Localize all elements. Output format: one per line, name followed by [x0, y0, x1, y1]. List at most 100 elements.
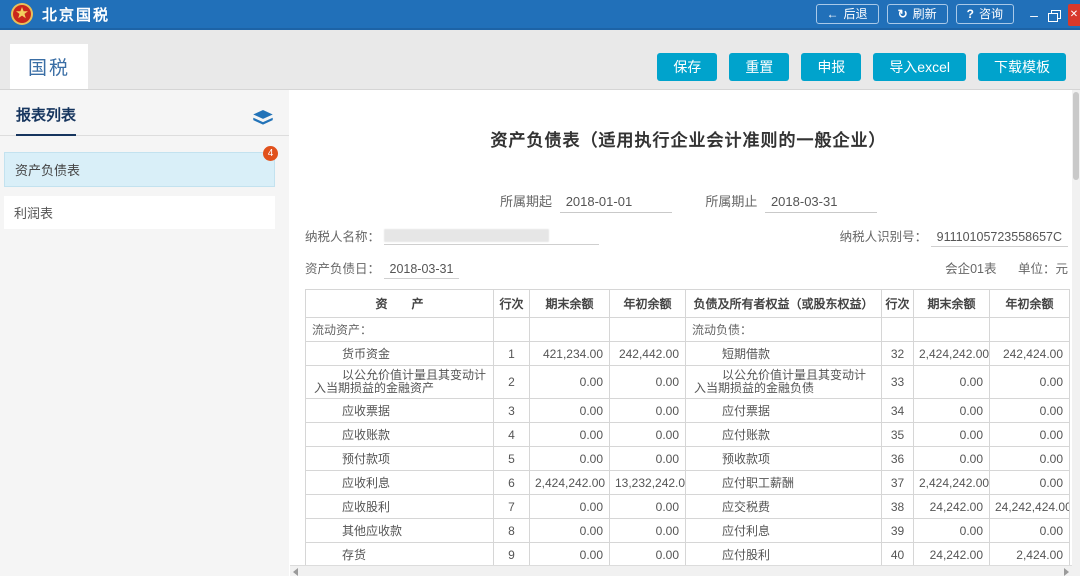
minimize-button[interactable]: –: [1024, 7, 1044, 23]
horizontal-scrollbar[interactable]: [290, 565, 1072, 576]
balance-date-field[interactable]: 2018-03-31: [384, 262, 460, 279]
line-number-cell: 34: [882, 399, 914, 423]
amount-cell[interactable]: 242,442.00: [610, 342, 686, 366]
table-row: 应收账款40.000.00应付账款350.000.00: [306, 423, 1070, 447]
amount-cell[interactable]: 0.00: [530, 399, 610, 423]
amount-cell[interactable]: 0.00: [530, 519, 610, 543]
amount-cell[interactable]: 13,232,242.00: [610, 471, 686, 495]
amount-cell[interactable]: 0.00: [990, 399, 1070, 423]
sidebar-item-income-statement[interactable]: 利润表: [4, 196, 275, 229]
amount-cell[interactable]: 0.00: [914, 366, 990, 399]
vertical-scrollbar[interactable]: [1072, 90, 1080, 576]
amount-cell[interactable]: 0.00: [610, 543, 686, 567]
amount-cell[interactable]: 2,424.00: [990, 543, 1070, 567]
taxpayer-row: 纳税人名称： 纳税人识别号： 91110105723558657C: [305, 226, 1072, 245]
amount-cell[interactable]: 0.00: [990, 366, 1070, 399]
liability-name-cell: 预收款项: [686, 447, 882, 471]
amount-cell[interactable]: 0.00: [914, 423, 990, 447]
amount-cell[interactable]: 0.00: [610, 495, 686, 519]
amount-cell: [990, 318, 1070, 342]
sidebar-item-balance-sheet[interactable]: 资产负债表 4: [4, 152, 275, 187]
amount-cell[interactable]: 0.00: [530, 366, 610, 399]
redacted-name: [384, 229, 549, 242]
reset-button[interactable]: 重置: [729, 53, 789, 81]
scroll-left-arrow-icon[interactable]: [293, 568, 298, 576]
amount-cell[interactable]: 0.00: [610, 447, 686, 471]
action-buttons: 保存 重置 申报 导入excel 下载模板: [657, 53, 1066, 81]
taxpayer-name-field: [384, 228, 599, 245]
vertical-scrollbar-thumb[interactable]: [1073, 92, 1079, 180]
line-number-cell: 3: [494, 399, 530, 423]
amount-cell: [914, 318, 990, 342]
table-row: 其他应收款80.000.00应付利息390.000.00: [306, 519, 1070, 543]
amount-cell[interactable]: 2,424,242.00: [530, 471, 610, 495]
line-number-cell: 32: [882, 342, 914, 366]
declare-button[interactable]: 申报: [801, 53, 861, 81]
section-label: 流动资产：: [306, 318, 494, 342]
amount-cell[interactable]: 0.00: [990, 447, 1070, 471]
amount-cell[interactable]: 0.00: [530, 495, 610, 519]
import-excel-button[interactable]: 导入excel: [873, 53, 966, 81]
tax-emblem-icon: [10, 2, 34, 26]
form-code: 会企01表: [945, 262, 996, 276]
question-icon: ?: [967, 7, 974, 21]
amount-cell[interactable]: 0.00: [914, 399, 990, 423]
back-button[interactable]: ← 后退: [816, 4, 879, 24]
asset-name-cell: 应收账款: [306, 423, 494, 447]
amount-cell[interactable]: 242,424.00: [990, 342, 1070, 366]
page-title: 资产负债表（适用执行企业会计准则的一般企业）: [305, 126, 1072, 151]
period-start-field[interactable]: 2018-01-01: [560, 194, 672, 213]
tab-national-tax[interactable]: 国税: [10, 44, 88, 89]
table-row: 应收股利70.000.00应交税费3824,242.0024,242,424.0…: [306, 495, 1070, 519]
liability-name-cell: 应付利息: [686, 519, 882, 543]
amount-cell[interactable]: 0.00: [990, 471, 1070, 495]
window-controls: – ✕: [1024, 0, 1080, 30]
scroll-right-arrow-icon[interactable]: [1064, 568, 1069, 576]
sidebar: 报表列表 资产负债表 4 利润表: [0, 90, 289, 576]
amount-cell[interactable]: 0.00: [990, 423, 1070, 447]
column-header: 年初余额: [990, 290, 1070, 318]
amount-cell[interactable]: 2,424,242.00: [914, 342, 990, 366]
sidebar-header: 报表列表: [0, 90, 289, 136]
liability-name-cell: 以公允价值计量且其变动计入当期损益的金融负债: [686, 366, 882, 399]
table-row: 预付款项50.000.00预收款项360.000.00: [306, 447, 1070, 471]
line-number-cell: 9: [494, 543, 530, 567]
amount-cell[interactable]: 0.00: [610, 366, 686, 399]
taxpayer-id-value: 91110105723558657C: [931, 230, 1068, 247]
amount-cell[interactable]: 0.00: [914, 447, 990, 471]
asset-name-cell: 应收股利: [306, 495, 494, 519]
amount-cell[interactable]: 0.00: [530, 447, 610, 471]
column-header: 期末余额: [914, 290, 990, 318]
line-number-cell: 1: [494, 342, 530, 366]
amount-cell[interactable]: 421,234.00: [530, 342, 610, 366]
download-template-button[interactable]: 下载模板: [978, 53, 1066, 81]
amount-cell[interactable]: 0.00: [990, 519, 1070, 543]
column-header: 年初余额: [610, 290, 686, 318]
table-row: 存货90.000.00应付股利4024,242.002,424.00: [306, 543, 1070, 567]
line-number-cell: 39: [882, 519, 914, 543]
line-number-cell: 40: [882, 543, 914, 567]
amount-cell[interactable]: 0.00: [530, 543, 610, 567]
restore-button[interactable]: [1048, 10, 1060, 21]
asset-name-cell: 存货: [306, 543, 494, 567]
taxpayer-name-label: 纳税人名称：: [305, 230, 380, 244]
amount-cell[interactable]: 0.00: [610, 423, 686, 447]
save-button[interactable]: 保存: [657, 53, 717, 81]
table-row: 货币资金1421,234.00242,442.00短期借款322,424,242…: [306, 342, 1070, 366]
amount-cell[interactable]: 2,424,242.00: [914, 471, 990, 495]
amount-cell[interactable]: 0.00: [610, 399, 686, 423]
close-button[interactable]: ✕: [1068, 4, 1080, 26]
amount-cell[interactable]: 24,242.00: [914, 543, 990, 567]
period-end-field[interactable]: 2018-03-31: [765, 194, 877, 213]
amount-cell[interactable]: 0.00: [610, 519, 686, 543]
amount-cell[interactable]: 0.00: [530, 423, 610, 447]
amount-cell[interactable]: 24,242,424.00: [990, 495, 1070, 519]
table-row: 应收票据30.000.00应付票据340.000.00: [306, 399, 1070, 423]
layers-icon[interactable]: [253, 110, 273, 127]
help-button[interactable]: ? 咨询: [956, 4, 1014, 24]
amount-cell[interactable]: 0.00: [914, 519, 990, 543]
refresh-button[interactable]: ↻ 刷新: [887, 4, 948, 24]
amount-cell[interactable]: 24,242.00: [914, 495, 990, 519]
notification-badge: 4: [263, 146, 278, 161]
liability-name-cell: 短期借款: [686, 342, 882, 366]
